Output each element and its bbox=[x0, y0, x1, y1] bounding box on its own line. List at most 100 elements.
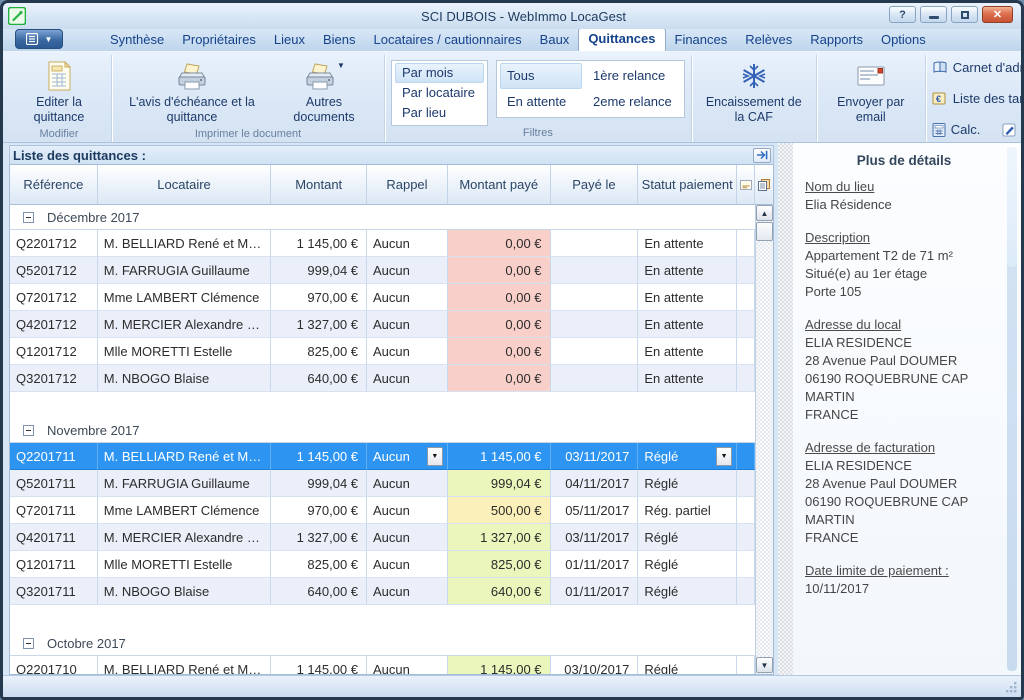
export-arrow-button[interactable] bbox=[753, 148, 771, 163]
cell-paye-le: 01/11/2017 bbox=[551, 551, 639, 578]
tab-biens[interactable]: Biens bbox=[314, 30, 365, 51]
quittance-row[interactable]: Q1201711Mlle MORETTI Estelle825,00 €Aucu… bbox=[10, 551, 755, 578]
cell-rappel: Aucun bbox=[367, 230, 448, 257]
liste-tarifs-button[interactable]: € Liste des tarifs bbox=[928, 89, 1024, 108]
col-header-montant-paye[interactable]: Montant payé bbox=[448, 165, 551, 205]
collapse-icon[interactable] bbox=[23, 425, 34, 436]
cell-locataire: M. BELLIARD René et Mme … bbox=[98, 230, 272, 257]
ribbon-group-email: Envoyer par email bbox=[817, 55, 926, 142]
col-header-note-icon[interactable] bbox=[737, 165, 755, 205]
cell-rappel: Aucun bbox=[367, 524, 448, 551]
autres-documents-dropdown-arrow[interactable]: ▼ bbox=[337, 61, 345, 70]
actualites-button[interactable]: Actualités bbox=[998, 120, 1024, 139]
sidebar-scrollbar[interactable] bbox=[1007, 147, 1017, 671]
lieu-section: Nom du lieu Elia Résidence bbox=[805, 178, 1003, 214]
cell-paye-le bbox=[551, 284, 639, 311]
col-header-locataire[interactable]: Locataire bbox=[98, 165, 272, 205]
encaissement-caf-button[interactable]: Encaissement de la CAF bbox=[698, 57, 810, 127]
cell-filler bbox=[737, 578, 755, 605]
cell-statut: En attente bbox=[638, 311, 737, 338]
cell-statut: En attente bbox=[638, 230, 737, 257]
filter-tous[interactable]: Tous bbox=[500, 63, 582, 89]
filter-par-lieu[interactable]: Par lieu bbox=[395, 103, 484, 123]
cell-paye-le: 03/10/2017 bbox=[551, 656, 639, 674]
cell-montant: 825,00 € bbox=[271, 338, 367, 365]
quittance-row[interactable]: Q7201712Mme LAMBERT Clémence970,00 €Aucu… bbox=[10, 284, 755, 311]
sidebar-scroll-thumb[interactable] bbox=[1007, 147, 1017, 267]
quittance-row[interactable]: Q5201712M. FARRUGIA Guillaume999,04 €Auc… bbox=[10, 257, 755, 284]
quittance-row[interactable]: Q1201712Mlle MORETTI Estelle825,00 €Aucu… bbox=[10, 338, 755, 365]
filter-par-mois[interactable]: Par mois bbox=[395, 63, 484, 83]
cell-rappel: Aucun bbox=[367, 338, 448, 365]
table-vertical-scrollbar[interactable]: ▲ ▼ bbox=[755, 205, 773, 674]
avis-echeance-button[interactable]: L'avis d'échéance et la quittance bbox=[118, 57, 266, 127]
calc-button[interactable]: Calc. bbox=[928, 120, 985, 139]
cell-statut: Réglé bbox=[638, 524, 737, 551]
quittance-row[interactable]: Q2201710M. BELLIARD René et Mme …1 145,0… bbox=[10, 656, 755, 674]
help-button[interactable]: ? bbox=[889, 6, 916, 23]
col-header-documents-icon[interactable] bbox=[755, 165, 773, 205]
cell-paye-le bbox=[551, 365, 639, 392]
tab-options[interactable]: Options bbox=[872, 30, 935, 51]
app-icon bbox=[8, 7, 26, 25]
rappel-dropdown[interactable]: ▼ bbox=[427, 447, 443, 466]
tab-propri-taires[interactable]: Propriétaires bbox=[173, 30, 265, 51]
col-header-paye-le[interactable]: Payé le bbox=[551, 165, 639, 205]
cell-statut: En attente bbox=[638, 365, 737, 392]
restore-button[interactable] bbox=[951, 6, 978, 23]
cell-locataire: M. FARRUGIA Guillaume bbox=[98, 470, 272, 497]
tab-rapports[interactable]: Rapports bbox=[801, 30, 872, 51]
scroll-thumb[interactable] bbox=[756, 222, 773, 241]
scroll-down-button[interactable]: ▼ bbox=[756, 657, 773, 673]
quittance-row[interactable]: Q4201712M. MERCIER Alexandre et …1 327,0… bbox=[10, 311, 755, 338]
scroll-up-button[interactable]: ▲ bbox=[756, 205, 773, 221]
collapse-icon[interactable] bbox=[23, 212, 34, 223]
close-button[interactable]: ✕ bbox=[982, 6, 1013, 23]
tab-locataires-cautionnaires[interactable]: Locataires / cautionnaires bbox=[365, 30, 531, 51]
quittance-row[interactable]: Q5201711M. FARRUGIA Guillaume999,04 €Auc… bbox=[10, 470, 755, 497]
filter-2eme-relance[interactable]: 2eme relance bbox=[586, 89, 681, 115]
minimize-button[interactable] bbox=[920, 6, 947, 23]
autres-documents-button[interactable]: ▼ Autres documents bbox=[270, 57, 378, 127]
cell-locataire: M. MERCIER Alexandre et … bbox=[98, 311, 272, 338]
carnet-adresses-button[interactable]: Carnet d'adresses bbox=[928, 58, 1024, 77]
collapse-icon[interactable] bbox=[23, 638, 34, 649]
tab-finances[interactable]: Finances bbox=[666, 30, 737, 51]
cell-statut: Réglé▼ bbox=[638, 443, 737, 470]
printer-icon bbox=[175, 59, 209, 93]
quittance-row[interactable]: Q3201711M. NBOGO Blaise640,00 €Aucun640,… bbox=[10, 578, 755, 605]
tab-synth-se[interactable]: Synthèse bbox=[101, 30, 173, 51]
quittance-row[interactable]: Q4201711M. MERCIER Alexandre et …1 327,0… bbox=[10, 524, 755, 551]
quittance-row[interactable]: Q7201711Mme LAMBERT Clémence970,00 €Aucu… bbox=[10, 497, 755, 524]
filter-1ere-relance[interactable]: 1ère relance bbox=[586, 63, 681, 89]
col-header-montant[interactable]: Montant bbox=[271, 165, 367, 205]
cell-montant: 640,00 € bbox=[271, 578, 367, 605]
tab-quittances[interactable]: Quittances bbox=[578, 28, 665, 51]
editer-quittance-button[interactable]: Editer la quittance bbox=[13, 57, 105, 127]
group-row[interactable]: Décembre 2017 bbox=[10, 205, 755, 230]
app-menu-button[interactable]: ▼ bbox=[15, 29, 63, 49]
quittance-row[interactable]: Q2201712M. BELLIARD René et Mme …1 145,0… bbox=[10, 230, 755, 257]
tab-rel-ves[interactable]: Relèves bbox=[736, 30, 801, 51]
quittance-row[interactable]: Q2201711M. BELLIARD René et Mme …1 145,0… bbox=[10, 443, 755, 470]
col-header-statut[interactable]: Statut paiement bbox=[638, 165, 737, 205]
envoyer-email-button[interactable]: Envoyer par email bbox=[823, 57, 919, 127]
tab-baux[interactable]: Baux bbox=[531, 30, 579, 51]
group-label: Octobre 2017 bbox=[47, 636, 126, 651]
cell-montant-paye: 999,04 € bbox=[448, 470, 551, 497]
stacked-documents-icon bbox=[758, 179, 770, 191]
tab-lieux[interactable]: Lieux bbox=[265, 30, 314, 51]
group-row[interactable]: Novembre 2017 bbox=[10, 418, 755, 443]
filter-par-locataire[interactable]: Par locataire bbox=[395, 83, 484, 103]
group-row[interactable]: Octobre 2017 bbox=[10, 631, 755, 656]
quittance-row[interactable]: Q3201712M. NBOGO Blaise640,00 €Aucun0,00… bbox=[10, 365, 755, 392]
statut-dropdown[interactable]: ▼ bbox=[716, 447, 732, 466]
cell-reference: Q1201712 bbox=[10, 338, 98, 365]
calculator-icon bbox=[932, 123, 946, 137]
pane-splitter[interactable] bbox=[778, 143, 793, 675]
filter-en-attente[interactable]: En attente bbox=[500, 89, 582, 115]
col-header-rappel[interactable]: Rappel bbox=[367, 165, 448, 205]
cell-montant-paye: 0,00 € bbox=[448, 257, 551, 284]
col-header-reference[interactable]: Référence bbox=[10, 165, 98, 205]
resize-grip[interactable] bbox=[1005, 681, 1018, 694]
